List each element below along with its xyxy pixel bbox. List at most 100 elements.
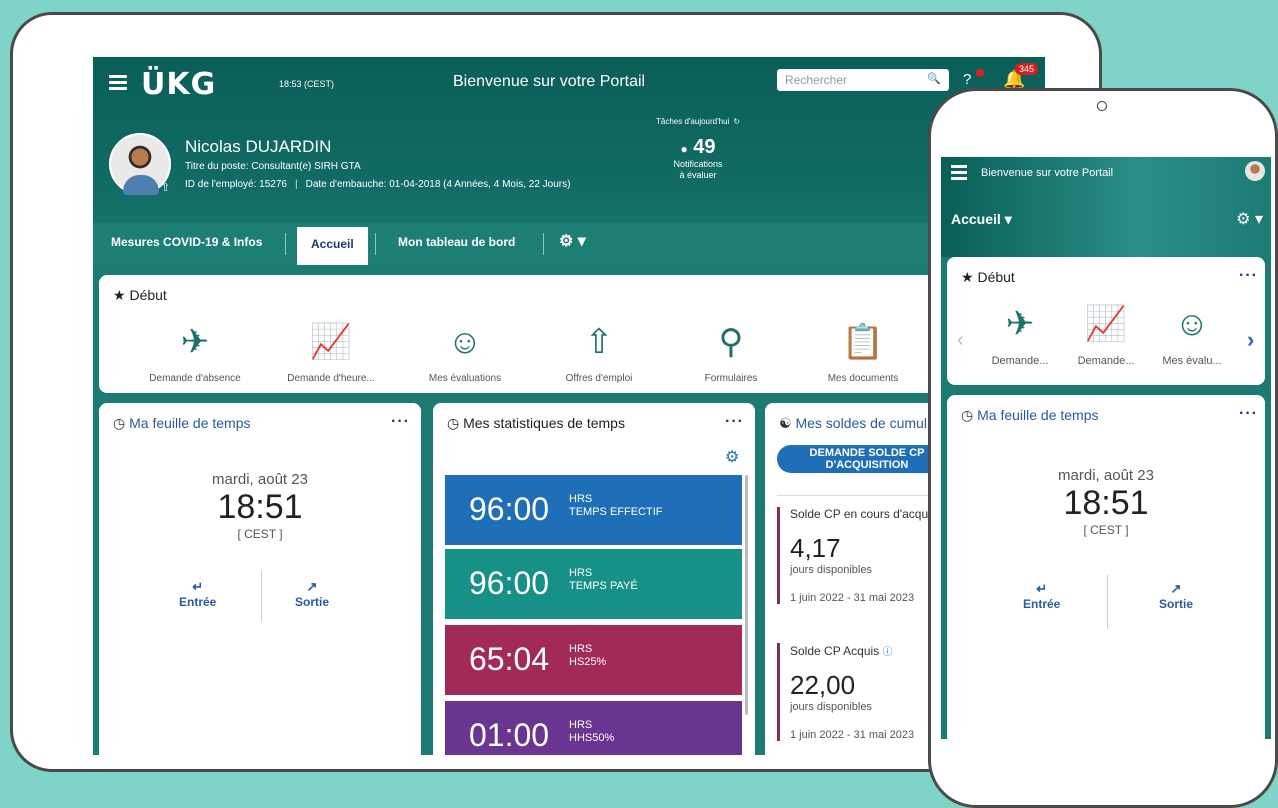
employee-meta: ID de l'employé: 15276 | Date d'embauche: … — [185, 179, 571, 190]
avatar[interactable] — [1245, 161, 1265, 181]
employee-name: Nicolas DUJARDIN — [185, 137, 332, 156]
punch-in-icon: ↵ — [1036, 581, 1048, 596]
stat-tile[interactable]: 65:04 HRS HS25% — [445, 625, 742, 695]
tab-dashboard[interactable]: Mon tableau de bord — [398, 235, 515, 249]
chevron-right-icon[interactable]: › — [1247, 327, 1254, 353]
clock-time: 18:51 — [217, 488, 303, 526]
balance-item: Solde CP Acquis ⓘ 22,00 jours disponible… — [777, 643, 937, 741]
tasks-count: 49 — [693, 136, 716, 158]
shortcut-absence[interactable]: ✈ Demande d'absence — [135, 319, 255, 384]
gear-icon[interactable]: ⚙ ▾ — [1236, 209, 1263, 229]
scrollbar[interactable] — [745, 475, 748, 715]
upload-icon[interactable]: ⇧ — [161, 181, 170, 194]
punch-out-button[interactable]: ↗ Sortie — [1159, 581, 1193, 611]
phone-nav-dropdown[interactable]: Accueil ▾ — [951, 211, 1012, 228]
airplane-icon: ✈ — [1005, 305, 1035, 343]
more-options-icon[interactable]: ··· — [391, 413, 410, 431]
info-icon[interactable]: ⓘ — [883, 647, 893, 658]
chevron-left-icon[interactable]: ‹ — [957, 329, 964, 352]
phone-start-card: ★ Début ··· ‹ ✈ Demande... 📈 Demande... ☺ M… — [947, 257, 1265, 385]
timesheet-title: ◷ Ma feuille de temps — [113, 415, 251, 431]
page-title: Bienvenue sur votre Portail — [453, 73, 646, 90]
phone-screen: Bienvenue sur votre Portail Accueil ▾ ⚙ … — [941, 157, 1271, 739]
tasks-label-1: Notifications — [673, 159, 723, 169]
menu-icon[interactable] — [951, 165, 967, 180]
money-chart-icon: 📈 — [1084, 305, 1128, 343]
tab-covid[interactable]: Mesures COVID-19 & Infos — [111, 235, 262, 249]
stat-tile[interactable]: 96:00 HRS TEMPS EFFECTIF — [445, 475, 742, 545]
phone-header: Bienvenue sur votre Portail Accueil ▾ ⚙ … — [941, 157, 1271, 257]
gear-icon[interactable]: ⚙ ▾ — [559, 231, 586, 251]
clock-icon: ◷ — [113, 415, 126, 431]
phone-start-title: ★ Début — [961, 269, 1015, 285]
stat-value: 96:00 — [469, 491, 550, 527]
punch-out-icon: ↗ — [306, 579, 318, 594]
punch-out-button[interactable]: ↗ Sortie — [295, 579, 329, 609]
phone-timesheet-card: ◷ Ma feuille de temps ··· mardi, août 23… — [947, 395, 1265, 739]
tab-divider — [285, 233, 286, 255]
stat-value: 01:00 — [469, 717, 550, 753]
tablet-screen: ÜKG 18:53 (CEST) Bienvenue sur votre Por… — [93, 57, 1045, 755]
stat-unit: HRS HHS50% — [569, 719, 615, 744]
stat-value: 65:04 — [469, 641, 550, 677]
shortcut-hours[interactable]: 📈 Demande d'heure... — [271, 319, 391, 384]
clipboard-icon: 📋 — [841, 323, 885, 361]
stat-unit: HRS TEMPS EFFECTIF — [569, 493, 663, 518]
phone-timesheet-title: ◷ Ma feuille de temps — [961, 407, 1099, 423]
balance-item: Solde CP en cours d'acqui 4,17 jours dis… — [777, 507, 937, 604]
punch-in-button[interactable]: ↵ Entrée — [1023, 581, 1060, 611]
clock-timezone: [ CEST ] — [1083, 523, 1129, 537]
employee-id: ID de l'employé: 15276 — [185, 179, 287, 190]
shortcut-documents[interactable]: 📋 Mes documents — [803, 319, 923, 384]
tasks-widget[interactable]: Tâches d'aujourd'hui ↻ ● 49 Notifications… — [633, 117, 763, 181]
chevron-down-icon: ▾ — [1004, 211, 1012, 227]
help-icon[interactable]: ? — [963, 69, 984, 89]
clock-timezone: [ CEST ] — [237, 527, 283, 541]
stat-unit: HRS HS25% — [569, 643, 607, 668]
shortcut-forms[interactable]: ⚲ Formulaires — [671, 319, 791, 384]
more-options-icon[interactable]: ··· — [1239, 405, 1258, 423]
stat-tile[interactable]: 96:00 HRS TEMPS PAYÉ — [445, 549, 742, 619]
phone-device: Bienvenue sur votre Portail Accueil ▾ ⚙ … — [928, 88, 1278, 808]
clock-time: 18:51 — [1063, 484, 1149, 522]
clock-icon: ◷ — [447, 415, 460, 431]
search-person-icon: ⚲ — [718, 323, 744, 361]
search-placeholder: Rechercher — [785, 73, 848, 87]
shortcut-jobs[interactable]: ⇧ Offres d'emploi — [539, 319, 659, 384]
tab-accueil[interactable]: Accueil — [297, 227, 368, 265]
gear-icon[interactable]: ⚙ — [725, 447, 739, 467]
employee-job-title: Titre du poste: Consultant(e) SIRH GTA — [185, 161, 361, 172]
shortcut-evaluations[interactable]: ☺ Mes évalu... — [1149, 301, 1235, 367]
search-icon[interactable]: 🔍 — [927, 72, 941, 85]
stat-value: 96:00 — [469, 565, 550, 601]
refresh-icon[interactable]: ↻ — [733, 117, 740, 126]
punch-in-button[interactable]: ↵ Entrée — [179, 579, 216, 609]
tasks-title: Tâches d'aujourd'hui — [655, 117, 730, 126]
shortcut-absence[interactable]: ✈ Demande... — [977, 301, 1063, 367]
balances-title: ☯ Mes soldes de cumul — [779, 415, 927, 431]
nav-tabs: Mesures COVID-19 & Infos Accueil Mon tab… — [93, 223, 1045, 265]
notification-badge: 345 — [1015, 63, 1039, 75]
people-icon: ☺ — [1174, 305, 1210, 343]
stat-tile[interactable]: 01:00 HRS HHS50% — [445, 701, 742, 755]
time-stats-card: ◷ Mes statistiques de temps ··· ⚙ 96:00 … — [433, 403, 755, 755]
menu-icon[interactable] — [109, 75, 127, 90]
tasks-label-2: à évaluer — [679, 170, 717, 180]
people-icon: ☺ — [447, 323, 483, 361]
tab-divider — [543, 233, 544, 255]
punch-out-icon: ↗ — [1170, 581, 1182, 596]
more-options-icon[interactable]: ··· — [1239, 267, 1258, 285]
shortcut-evaluations[interactable]: ☺ Mes évaluations — [405, 319, 525, 384]
shortcut-hours[interactable]: 📈 Demande... — [1063, 301, 1149, 367]
more-options-icon[interactable]: ··· — [725, 413, 744, 431]
punch-divider — [1107, 575, 1108, 629]
search-input[interactable]: Rechercher 🔍 — [777, 69, 949, 91]
timesheet-card: ◷ Ma feuille de temps ··· mardi, août 23… — [99, 403, 421, 755]
money-chart-icon: 📈 — [309, 323, 353, 361]
handshake-icon: ⇧ — [584, 323, 614, 361]
clock-date: mardi, août 23 — [212, 471, 308, 488]
stat-unit: HRS TEMPS PAYÉ — [569, 567, 638, 592]
start-card: ★ Début ✈ Demande d'absence 📈 Demande d'he… — [99, 275, 1045, 393]
punch-divider — [261, 571, 262, 621]
hire-date: Date d'embauche: 01-04-2018 (4 Années, 4… — [305, 179, 571, 190]
